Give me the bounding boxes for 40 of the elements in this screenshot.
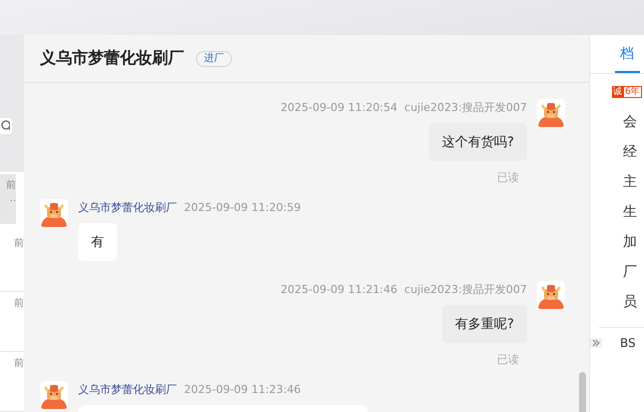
chat-title: 义乌市梦蕾化妆刷厂 [40, 48, 184, 69]
search-field[interactable] [0, 118, 12, 134]
years-badge: 6年 [623, 86, 642, 98]
cow-avatar-icon [537, 281, 565, 309]
conversation-time: 前 [14, 358, 24, 370]
search-icon [0, 120, 10, 132]
info-label: 经 [623, 143, 638, 162]
info-label: 加 [623, 233, 638, 252]
message-time: 2025-09-09 11:20:59 [184, 201, 301, 215]
cow-avatar-icon [40, 381, 68, 409]
sender-name: cujie2023:搜品开发007 [404, 101, 527, 115]
info-label: 厂 [623, 263, 638, 282]
factory-tag: 进厂 [196, 50, 232, 66]
info-label: 生 [623, 203, 638, 222]
info-label: BS [620, 336, 636, 350]
sender-name: cujie2023:搜品开发007 [404, 283, 527, 297]
message-bubble: 这个有货吗? [429, 123, 527, 161]
message-time: 2025-09-09 11:20:54 [280, 101, 398, 115]
message-bubble: 有多重呢? [442, 305, 527, 343]
conversation-time: 前 [14, 238, 24, 250]
sender-name: 义乌市梦蕾化妆刷厂 [78, 383, 177, 397]
info-label: 主 [623, 173, 638, 192]
expand-icon[interactable] [590, 338, 602, 348]
scrollbar-thumb[interactable] [579, 372, 586, 412]
read-status: 已读 [497, 170, 519, 185]
conversation-time: 前 [6, 180, 16, 192]
cow-avatar-icon [537, 99, 565, 127]
conversation-item[interactable]: 前 ·· [0, 174, 16, 224]
profile-tab[interactable]: 档 [615, 45, 640, 73]
conversation-time: 前 [14, 298, 24, 310]
cow-avatar-icon [40, 199, 68, 227]
conversation-preview: ·· [10, 196, 16, 208]
read-status: 已读 [497, 352, 519, 367]
message-time: 2025-09-09 11:21:46 [280, 283, 398, 297]
integrity-badge: 诚 [612, 86, 623, 98]
sender-name: 义乌市梦蕾化妆刷厂 [78, 201, 177, 215]
message-time: 2025-09-09 11:23:46 [184, 383, 301, 397]
info-label: 会 [623, 113, 638, 132]
info-label: 员 [623, 293, 638, 312]
message-bubble: 有 [78, 223, 117, 261]
